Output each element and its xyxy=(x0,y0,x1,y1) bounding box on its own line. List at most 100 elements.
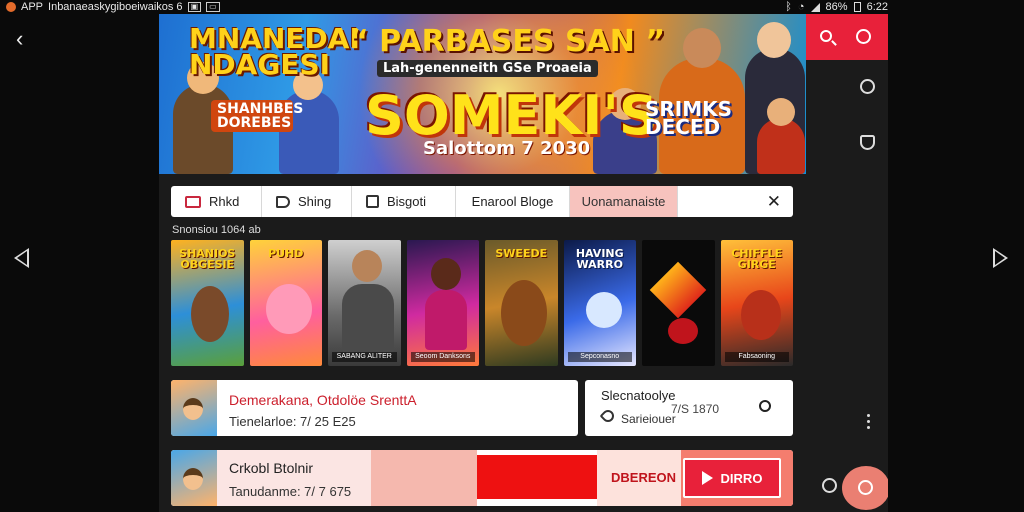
app-label: APP xyxy=(21,1,44,13)
image-icon: ▭ xyxy=(206,2,220,12)
banner-character-right4 xyxy=(757,98,805,174)
game-tile[interactable]: Seoom Danksons xyxy=(406,240,479,366)
promo-red-block xyxy=(477,455,597,499)
tab-enarool-bloge[interactable]: Enarool Bloge xyxy=(456,186,570,217)
tab-label: Enarool Bloge xyxy=(471,194,554,209)
side-action-header xyxy=(806,14,888,60)
help-icon xyxy=(858,480,873,495)
search-card[interactable]: Slecnatoolye 7/S 1870 Sarieiouer xyxy=(585,380,793,436)
game-tile[interactable]: SABANG ALITER xyxy=(328,240,401,366)
notification-text: Inbanaeaskygiboeiwaikos 6 xyxy=(48,1,183,13)
app-panel: MNANEDAI NDAGESI “ PARBASES SAN ” Lah-ge… xyxy=(159,14,888,512)
tile-art xyxy=(668,318,698,344)
ticket-icon xyxy=(185,195,201,208)
tile-art xyxy=(424,290,467,350)
clock: 6:22 xyxy=(866,1,888,13)
list-item-subtitle: Tienelarloe: 7/ 25 E25 xyxy=(229,414,356,429)
tile-caption: Fabsaoning xyxy=(724,352,789,362)
tab-label: Uonamanaiste xyxy=(581,194,666,209)
section-label: Snonsiou 1064 ab xyxy=(172,224,261,236)
bluetooth-icon: ᛒ xyxy=(785,1,792,13)
tile-caption: Seoom Danksons xyxy=(410,352,475,362)
more-options-icon[interactable] xyxy=(867,414,871,432)
tile-title: PUHD xyxy=(268,247,304,260)
promo-cta-button[interactable]: DIRRO xyxy=(683,458,781,498)
tab-shing[interactable]: Shing xyxy=(262,186,352,217)
list-item-thumbnail xyxy=(171,380,217,436)
tag-icon xyxy=(599,407,617,425)
wifi-icon: ◔ xyxy=(797,1,805,13)
app-notification-icon xyxy=(6,2,16,12)
search-card-value: 7/S 1870 xyxy=(671,402,720,416)
tab-label: Rhkd xyxy=(209,194,240,209)
banner-top-left-text: MNANEDAI NDAGESI xyxy=(189,22,360,81)
floating-action-button[interactable] xyxy=(842,466,888,510)
shield-icon[interactable] xyxy=(860,135,875,150)
promo-thumbnail xyxy=(171,450,217,506)
tile-title: HAVING WARRO xyxy=(575,247,624,271)
tab-uonamanaiste[interactable]: Uonamanaiste xyxy=(570,186,678,217)
tile-art xyxy=(265,284,312,334)
search-icon[interactable] xyxy=(759,400,771,412)
tile-caption: SABANG ALITER xyxy=(332,352,397,362)
game-tiles: SHANIOS OBGESIE PUHD SABANG ALITER Seoom… xyxy=(171,240,793,366)
banner-left-badge: SHANHBES DOREBES xyxy=(211,100,303,132)
play-icon xyxy=(701,471,713,485)
tile-art xyxy=(352,250,382,282)
battery-icon xyxy=(853,2,861,12)
tile-title: SWEEDE xyxy=(495,247,548,260)
tile-art xyxy=(430,258,461,290)
search-card-subtitle: Sarieiouer xyxy=(621,412,676,426)
hero-banner[interactable]: MNANEDAI NDAGESI “ PARBASES SAN ” Lah-ge… xyxy=(159,14,806,174)
tile-title: CHIFFLE GIRGE xyxy=(731,247,783,271)
list-item-title: Demerakana, Otdolöe SrenttA xyxy=(229,392,417,408)
tile-title: SHANIOS OBGESIE xyxy=(179,247,236,271)
search-card-title: Slecnatoolye xyxy=(601,388,676,403)
banner-sub-caption: Lah-genenneith GSe Proaeia xyxy=(377,60,598,77)
tab-label: Shing xyxy=(298,194,332,209)
previous-page-icon[interactable] xyxy=(14,248,29,268)
tag-icon xyxy=(276,195,290,208)
tab-rhkd[interactable]: Rhkd xyxy=(171,186,262,217)
tile-art xyxy=(585,292,622,328)
next-page-icon[interactable] xyxy=(993,248,1008,268)
tile-art xyxy=(191,286,229,342)
promo-row[interactable]: Crkobl Btolnir Tanudanme: 7/ 7 675 DBERE… xyxy=(171,450,793,506)
search-icon[interactable] xyxy=(820,30,832,42)
tab-label: Bisgoti xyxy=(387,194,427,209)
tile-caption: Sepconasno xyxy=(567,352,632,362)
game-tile[interactable]: SWEEDE xyxy=(485,240,558,366)
signal-icon xyxy=(810,2,820,12)
list-item[interactable]: Demerakana, Otdolöe SrenttA Tienelarloe:… xyxy=(171,380,578,436)
promo-subtitle: Tanudanme: 7/ 7 675 xyxy=(229,484,352,499)
screen: APP Inbanaeaskygiboeiwaikos 6 ▣ ▭ ᛒ ◔ 86… xyxy=(0,0,1024,512)
box-icon xyxy=(366,195,379,208)
promo-cta-label: DIRRO xyxy=(720,470,763,486)
game-tile[interactable]: HAVING WARRO Sepconasno xyxy=(563,240,636,366)
promo-deal-label: DBEREON xyxy=(611,470,677,485)
promo-title: Crkobl Btolnir xyxy=(229,460,314,476)
banner-right-badge: SRIMKS DECED xyxy=(645,97,733,139)
location-icon[interactable] xyxy=(822,478,837,493)
tile-art xyxy=(501,280,547,346)
tile-art xyxy=(342,284,394,354)
game-tile[interactable]: PUHD xyxy=(249,240,322,366)
game-tile[interactable]: SHANIOS OBGESIE xyxy=(171,240,244,366)
banner-quote: “ PARBASES SAN ” xyxy=(349,24,666,59)
game-tile[interactable] xyxy=(642,240,715,366)
close-icon[interactable]: ✕ xyxy=(678,186,793,217)
status-left: APP Inbanaeaskygiboeiwaikos 6 ▣ ▭ xyxy=(6,0,220,14)
chat-bubble-icon[interactable] xyxy=(860,79,875,94)
tile-art xyxy=(649,261,707,319)
status-right: ᛒ ◔ 86% 6:22 xyxy=(785,0,888,14)
tile-art xyxy=(740,290,781,340)
tab-bisgoti[interactable]: Bisgoti xyxy=(352,186,456,217)
screenshot-icon: ▣ xyxy=(187,2,202,12)
game-tile[interactable]: CHIFFLE GIRGE Fabsaoning xyxy=(720,240,793,366)
status-bar: APP Inbanaeaskygiboeiwaikos 6 ▣ ▭ ᛒ ◔ 86… xyxy=(0,0,1024,14)
side-action-strip xyxy=(806,14,888,512)
globe-icon[interactable] xyxy=(856,29,871,44)
back-arrow-icon[interactable]: ‹ xyxy=(16,28,23,50)
promo-pink-panel xyxy=(371,450,477,506)
category-tabs: Rhkd Shing Bisgoti Enarool Bloge Uonaman… xyxy=(171,186,793,217)
